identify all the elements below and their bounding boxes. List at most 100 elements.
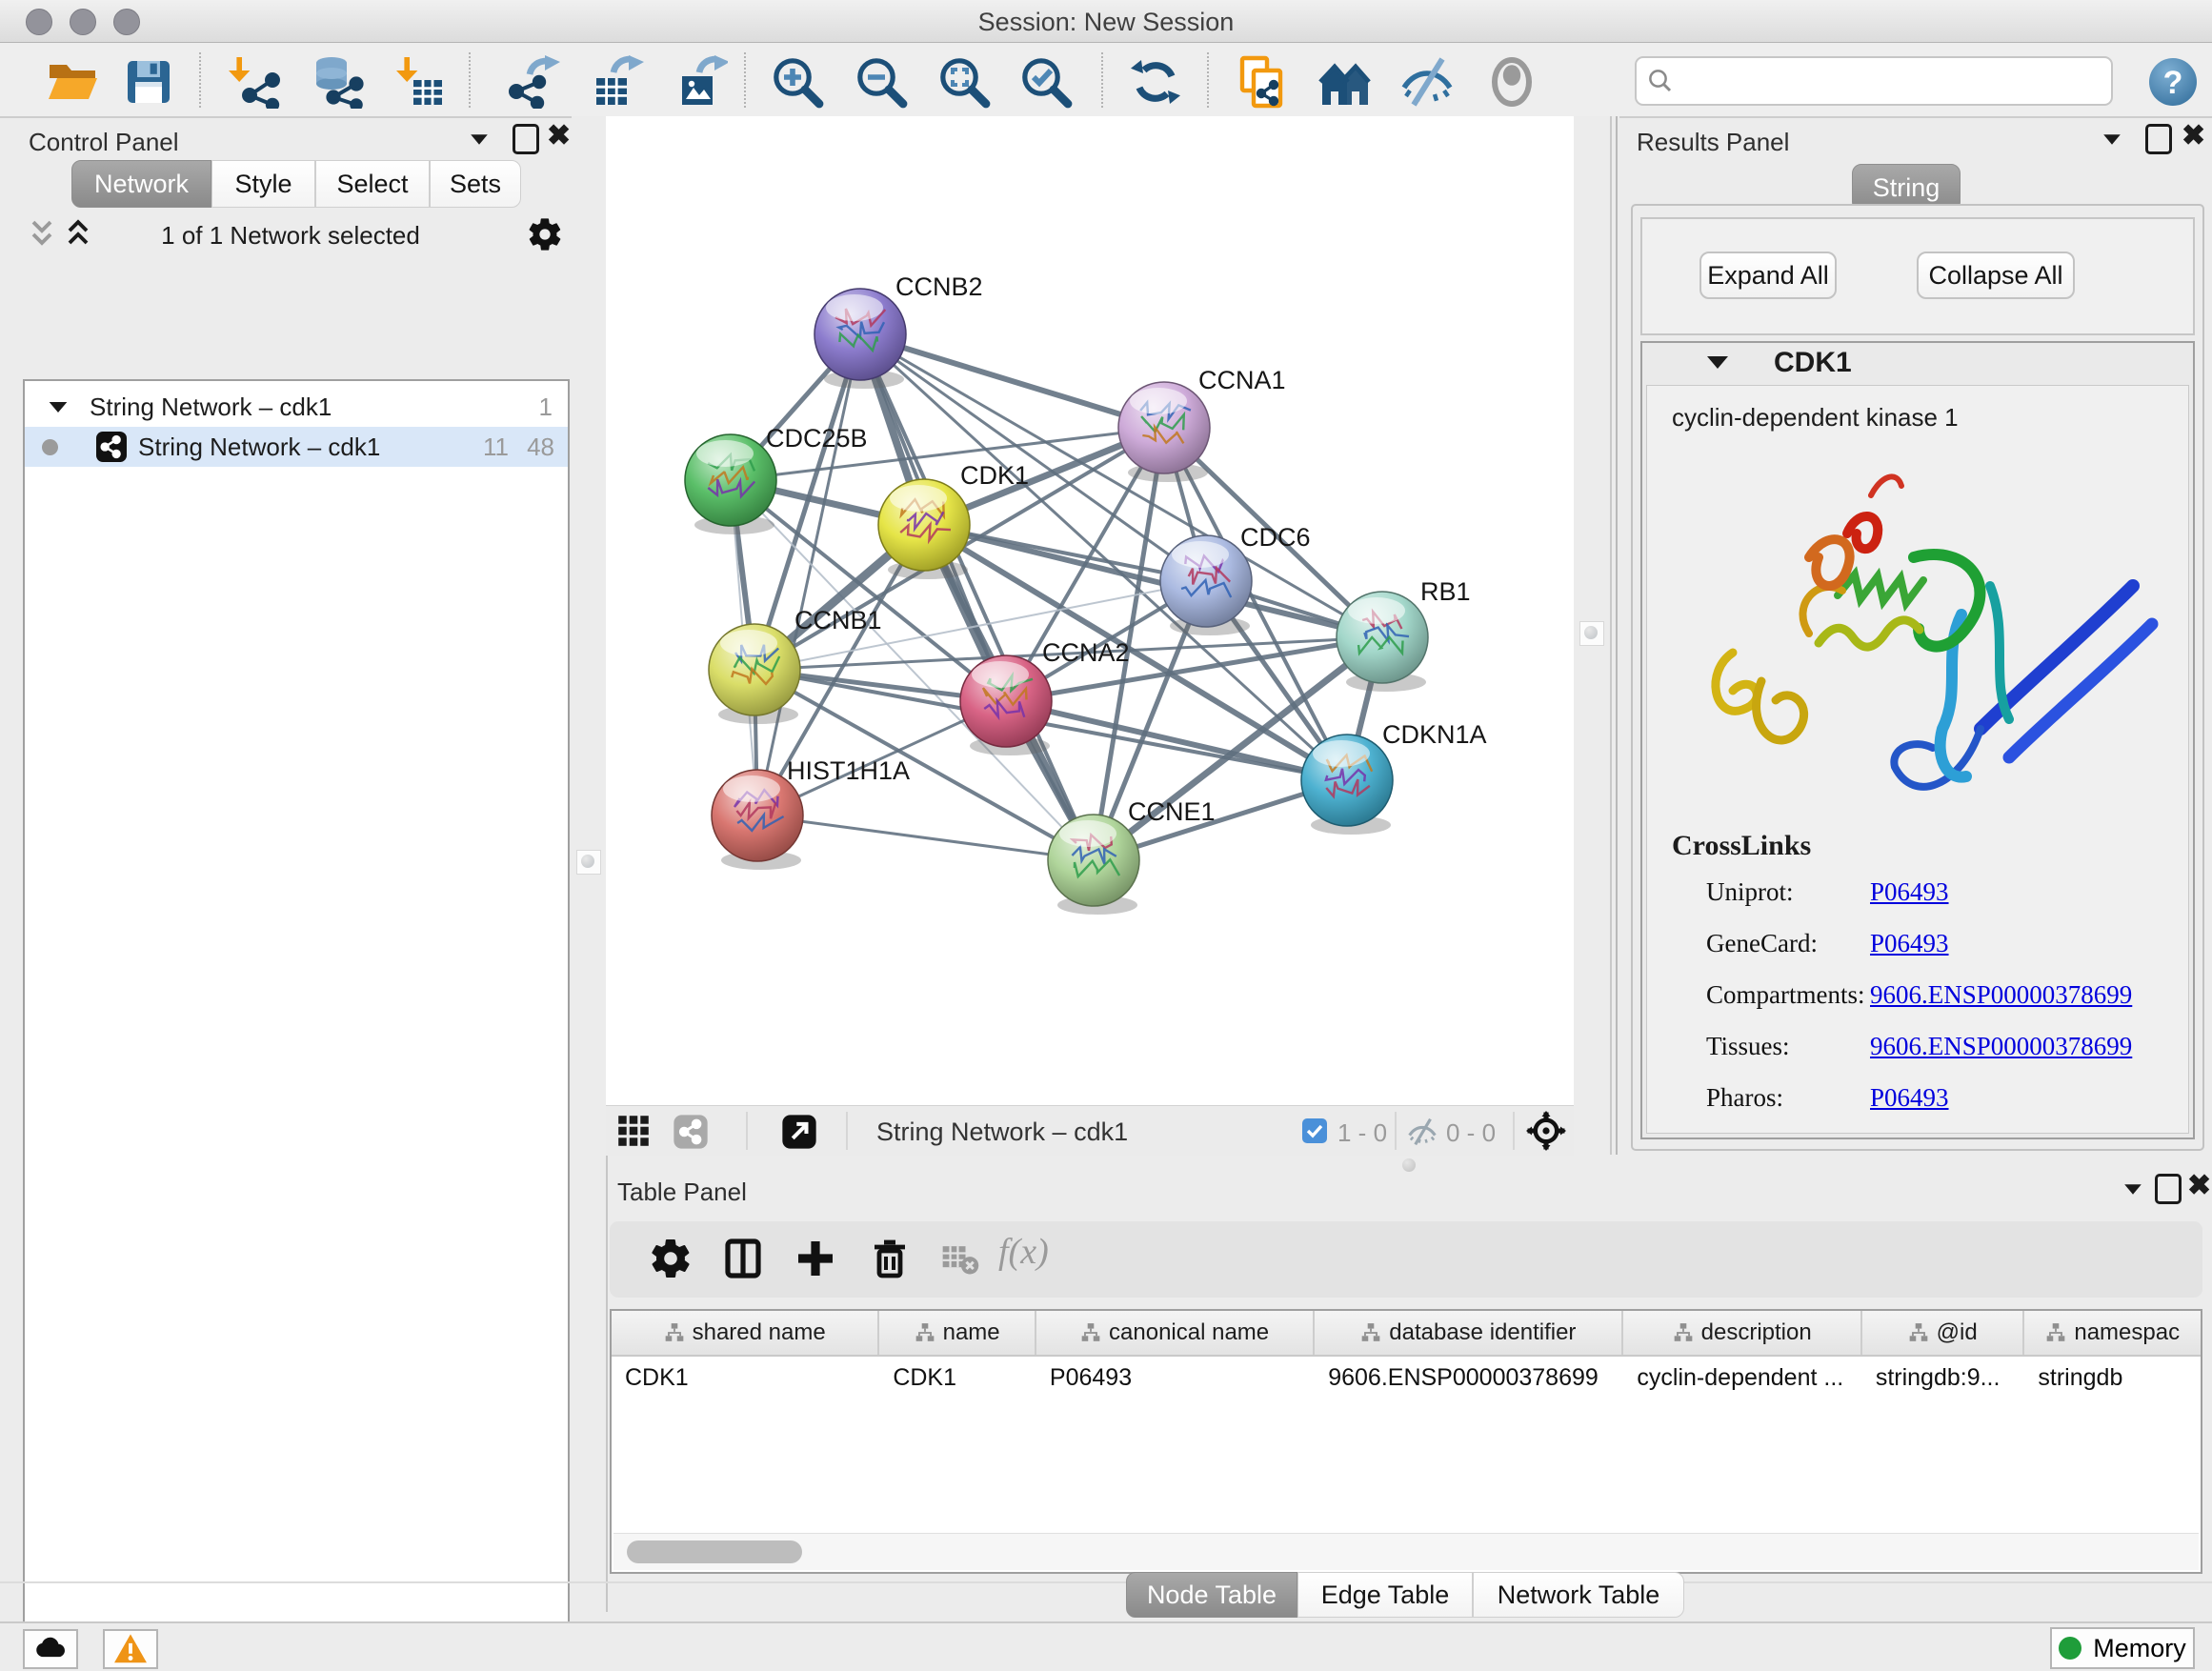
results-panel-close-icon[interactable]: ✖	[2182, 124, 2205, 149]
left-splitter-grip[interactable]	[576, 850, 601, 875]
copy-network-button[interactable]	[1237, 55, 1290, 109]
crosslink-value-link[interactable]: P06493	[1870, 877, 1949, 907]
export-table-button[interactable]	[591, 55, 644, 109]
tab-node-table[interactable]: Node Table	[1126, 1572, 1297, 1618]
tree-expand-caret-icon[interactable]	[50, 401, 68, 412]
export-network-icon	[507, 55, 560, 109]
network-node-cdc6[interactable]: CDC6	[1160, 523, 1311, 635]
collapse-all-networks-icon[interactable]	[25, 217, 59, 252]
scrollbar-thumb[interactable]	[627, 1540, 802, 1563]
column-header[interactable]: canonical name	[1036, 1311, 1315, 1355]
column-header-label: description	[1701, 1319, 1812, 1346]
create-column-button[interactable]	[789, 1233, 842, 1286]
table-panel-menu-caret-icon[interactable]	[2124, 1184, 2142, 1194]
column-header[interactable]: namespac	[2024, 1311, 2201, 1355]
expand-all-networks-icon[interactable]	[61, 217, 95, 252]
cell-description[interactable]: cyclin-dependent ...	[1623, 1364, 1861, 1392]
cell-id[interactable]: stringdb:9...	[1862, 1364, 2025, 1392]
collapse-all-button[interactable]: Collapse All	[1917, 252, 2075, 299]
expand-all-button[interactable]: Expand All	[1699, 252, 1837, 299]
save-session-button[interactable]	[122, 55, 175, 109]
column-header[interactable]: name	[879, 1311, 1036, 1355]
tab-style[interactable]: Style	[211, 160, 315, 208]
delete-columns-button[interactable]	[863, 1233, 916, 1286]
save-floppy-icon	[122, 55, 175, 109]
table-row[interactable]: CDK1 CDK1 P06493 9606.ENSP00000378699 cy…	[612, 1357, 2201, 1399]
zoom-out-button[interactable]	[855, 55, 908, 109]
cell-database-identifier[interactable]: 9606.ENSP00000378699	[1315, 1364, 1623, 1392]
table-horizontal-scrollbar[interactable]	[613, 1533, 2199, 1570]
import-table-button[interactable]	[392, 55, 446, 109]
function-builder-button[interactable]: f(x)	[998, 1231, 1049, 1273]
memory-status-dot-icon	[2059, 1637, 2081, 1660]
tab-sets[interactable]: Sets	[430, 160, 521, 208]
fit-selected-crosshair-icon[interactable]	[1526, 1111, 1566, 1151]
control-panel-float-icon[interactable]	[513, 124, 539, 154]
network-node-cdkn1a[interactable]: CDKN1A	[1301, 720, 1487, 835]
help-button[interactable]: ?	[2146, 55, 2200, 109]
delete-table-button[interactable]	[934, 1233, 987, 1286]
crosslink-value-link[interactable]: P06493	[1870, 1083, 1949, 1113]
cell-name[interactable]: CDK1	[879, 1364, 1036, 1392]
table-panel-close-icon[interactable]: ✖	[2187, 1174, 2211, 1198]
warnings-button[interactable]	[103, 1629, 158, 1669]
export-image-button[interactable]	[674, 55, 728, 109]
control-panel-close-icon[interactable]: ✖	[547, 124, 571, 149]
network-options-gear-icon[interactable]	[526, 215, 564, 253]
results-panel-float-icon[interactable]	[2145, 124, 2172, 154]
network-edge[interactable]	[860, 334, 1164, 428]
show-columns-button[interactable]	[716, 1233, 770, 1286]
table-options-button[interactable]	[644, 1233, 697, 1286]
tab-network[interactable]: Network	[71, 160, 211, 208]
tab-edge-table[interactable]: Edge Table	[1297, 1572, 1473, 1618]
birds-eye-view-icon[interactable]	[617, 1115, 650, 1147]
zoom-fit-button[interactable]	[937, 55, 991, 109]
zoom-in-button[interactable]	[771, 55, 824, 109]
network-row-selected[interactable]: String Network – cdk1 11 48	[25, 427, 568, 467]
control-panel-menu-caret-icon[interactable]	[471, 134, 488, 144]
column-header[interactable]: @id	[1862, 1311, 2025, 1355]
import-network-icon	[229, 55, 282, 109]
memory-button[interactable]: Memory	[2050, 1627, 2195, 1669]
import-network-file-button[interactable]	[229, 55, 282, 109]
column-header[interactable]: database identifier	[1315, 1311, 1623, 1355]
first-neighbors-button[interactable]	[1318, 55, 1372, 109]
network-node-rb1[interactable]: RB1	[1337, 577, 1471, 692]
tab-select[interactable]: Select	[315, 160, 430, 208]
gene-section-caret-icon[interactable]	[1707, 356, 1728, 369]
cloud-status-button[interactable]	[23, 1629, 78, 1669]
hide-selected-button[interactable]	[1400, 55, 1454, 109]
cloud-icon	[32, 1631, 69, 1667]
table-panel-float-icon[interactable]	[2155, 1174, 2182, 1204]
network-edge[interactable]	[1006, 701, 1347, 780]
show-all-button[interactable]	[1485, 55, 1538, 109]
open-in-new-window-icon[interactable]	[781, 1114, 817, 1150]
svg-text:?: ?	[2163, 65, 2183, 101]
apply-layout-button[interactable]	[1129, 55, 1182, 109]
column-header[interactable]: description	[1623, 1311, 1861, 1355]
export-network-button[interactable]	[507, 55, 560, 109]
zoom-selected-button[interactable]	[1019, 55, 1073, 109]
network-view-canvas[interactable]: CCNB2CCNA1CDC25BCDK1CDC6RB1CCNB1CCNA2CDK…	[606, 116, 1574, 1105]
crosslink-value-link[interactable]: P06493	[1870, 929, 1949, 958]
right-splitter-grip[interactable]	[1579, 621, 1604, 646]
cell-namespace[interactable]: stringdb	[2024, 1364, 2201, 1392]
string-share-gray-icon[interactable]	[673, 1114, 709, 1150]
network-node-hist1h1a[interactable]: HIST1H1A	[712, 756, 910, 870]
import-network-from-database-button[interactable]	[311, 55, 364, 109]
network-edge[interactable]	[757, 334, 860, 815]
search-input[interactable]	[1675, 61, 2111, 101]
node-label: RB1	[1420, 577, 1471, 606]
cell-canonical-name[interactable]: P06493	[1036, 1364, 1315, 1392]
results-panel-menu-caret-icon[interactable]	[2103, 134, 2121, 144]
statusbar-separator	[1513, 1112, 1515, 1150]
crosslink-value-link[interactable]: 9606.ENSP00000378699	[1870, 1032, 2132, 1061]
network-collection-row[interactable]: String Network – cdk1 1	[25, 387, 568, 427]
open-session-button[interactable]	[46, 55, 99, 109]
right-splitter[interactable]	[1574, 116, 1619, 1155]
network-edge[interactable]	[757, 815, 1094, 860]
crosslink-value-link[interactable]: 9606.ENSP00000378699	[1870, 980, 2132, 1010]
column-header[interactable]: shared name	[612, 1311, 879, 1355]
tab-network-table[interactable]: Network Table	[1473, 1572, 1684, 1618]
cell-shared-name[interactable]: CDK1	[612, 1364, 879, 1392]
